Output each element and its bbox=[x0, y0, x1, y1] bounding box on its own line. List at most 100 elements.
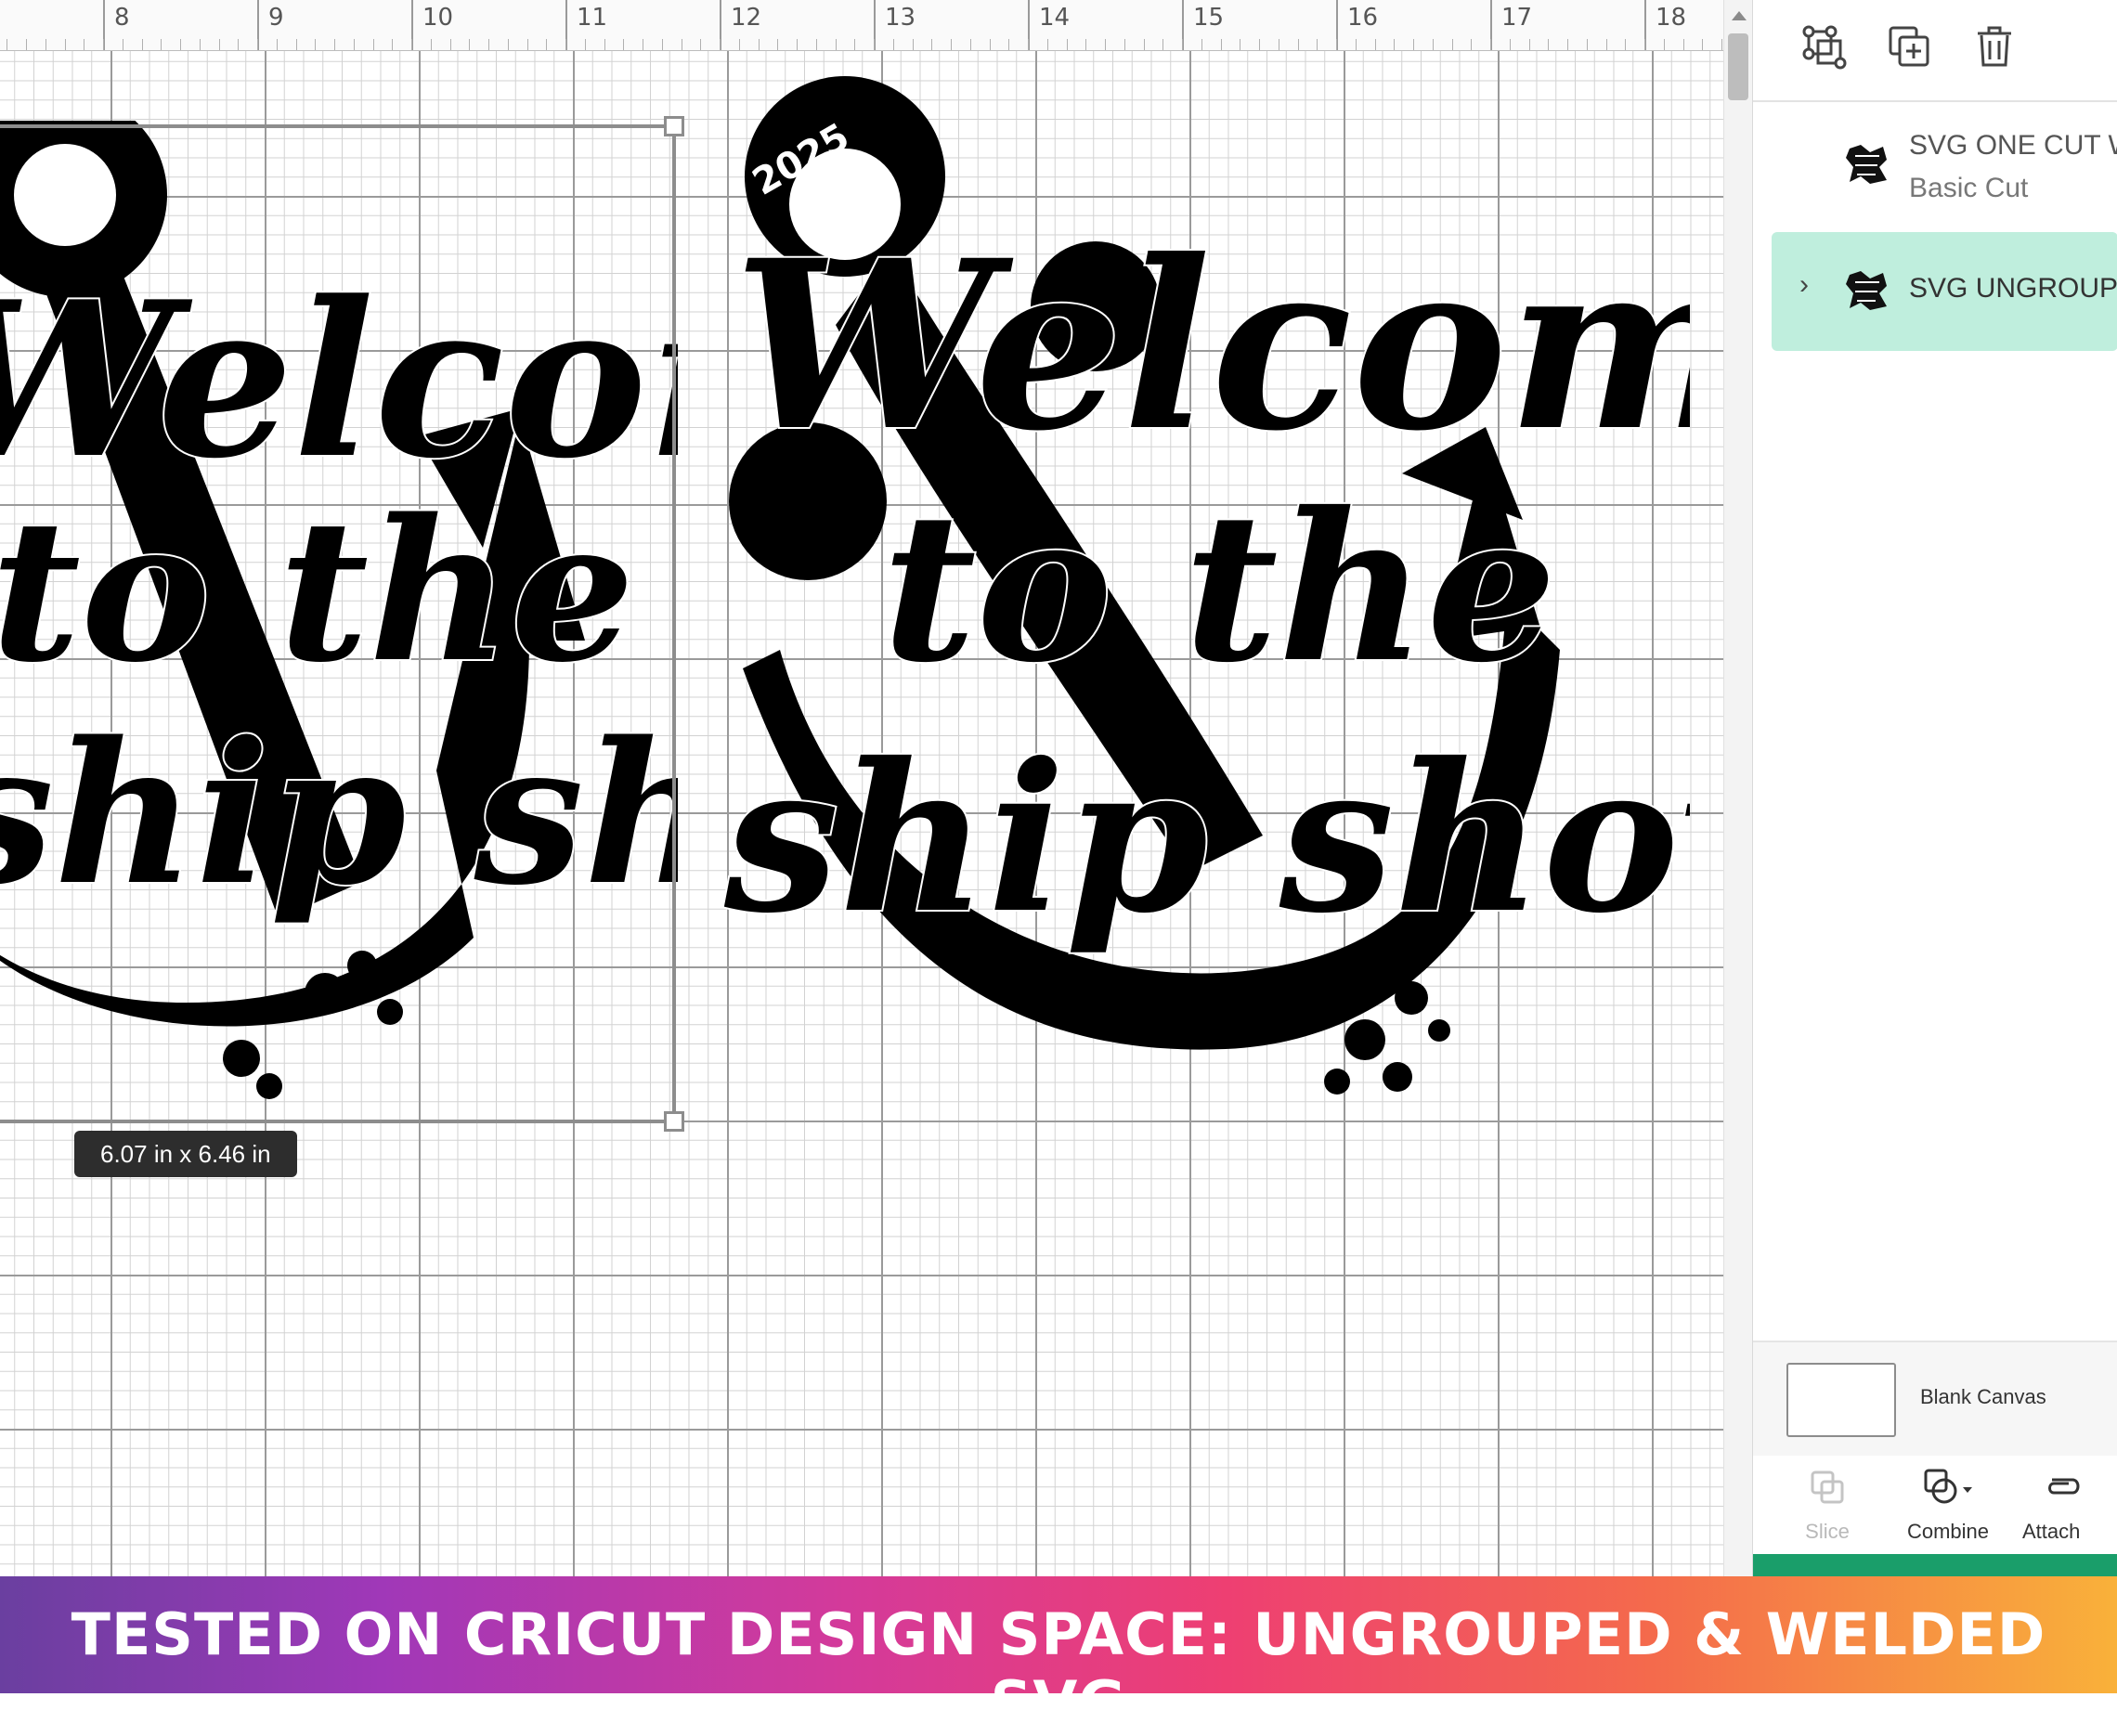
blank-canvas-label: Blank Canvas bbox=[1920, 1385, 2046, 1408]
slice-button[interactable]: Slice bbox=[1772, 1467, 1883, 1544]
layer-item-svg-one-cut[interactable]: SVG ONE CUT W Basic Cut bbox=[1753, 111, 2117, 232]
design-text-shipshow-right: ship show bbox=[723, 718, 1690, 958]
ruler-number: 10 bbox=[422, 4, 454, 32]
ruler-minor-tick bbox=[1259, 39, 1260, 50]
slice-icon bbox=[1811, 1470, 1844, 1504]
ruler-minor-tick bbox=[835, 39, 837, 50]
ruler-minor-tick bbox=[1317, 39, 1318, 50]
group-icon[interactable] bbox=[1799, 22, 1848, 71]
blank-canvas-row[interactable]: Blank Canvas bbox=[1753, 1341, 2117, 1457]
ruler-minor-tick bbox=[969, 39, 971, 50]
ruler-minor-tick bbox=[1663, 39, 1665, 50]
ruler-minor-tick bbox=[141, 39, 143, 50]
design-canvas[interactable]: Welcome to the ship show 6.07 in x 6.46 … bbox=[0, 0, 1723, 1576]
ruler-minor-tick bbox=[584, 39, 586, 50]
ruler-minor-tick bbox=[1162, 39, 1164, 50]
promo-banner: TESTED ON CRICUT DESIGN SPACE: UNGROUPED… bbox=[0, 1576, 2117, 1736]
ruler-minor-tick bbox=[1413, 39, 1414, 50]
ruler-minor-tick bbox=[1528, 39, 1530, 50]
ruler-minor-tick bbox=[1008, 39, 1010, 50]
ruler-minor-tick bbox=[45, 39, 46, 50]
canvas-color-swatch[interactable] bbox=[1786, 1363, 1896, 1437]
ruler-number: 9 bbox=[268, 4, 284, 32]
ruler-minor-tick bbox=[334, 39, 335, 50]
layer-item-svg-ungroup[interactable]: › SVG UNGROUP bbox=[1772, 232, 2117, 351]
ruler-minor-tick bbox=[1682, 39, 1684, 50]
ruler-minor-tick bbox=[1046, 39, 1048, 50]
resize-handle-bottom-right[interactable] bbox=[664, 1111, 684, 1132]
slice-label: Slice bbox=[1805, 1520, 1850, 1543]
ruler-minor-tick bbox=[854, 39, 856, 50]
ruler-minor-tick bbox=[276, 39, 278, 50]
ruler-minor-tick bbox=[1548, 39, 1550, 50]
ruler-minor-tick bbox=[6, 39, 8, 50]
ruler-minor-tick bbox=[623, 39, 625, 50]
ruler-minor-tick bbox=[1644, 39, 1645, 50]
layer-actions-bar: Slice Combine Attach bbox=[1753, 1456, 2117, 1554]
ruler-minor-tick bbox=[372, 39, 374, 50]
scroll-up-arrow-icon[interactable] bbox=[1732, 11, 1747, 20]
ruler-minor-tick bbox=[1702, 39, 1704, 50]
ruler-minor-tick bbox=[507, 39, 509, 50]
delete-icon[interactable] bbox=[1970, 22, 2019, 71]
ruler-minor-tick bbox=[161, 39, 162, 50]
ruler-minor-tick bbox=[315, 39, 317, 50]
selection-bounding-box[interactable] bbox=[0, 116, 684, 1132]
ruler-minor-tick bbox=[257, 39, 258, 50]
attach-label: Attach bbox=[2022, 1520, 2081, 1543]
ruler-number: 15 bbox=[1193, 4, 1225, 32]
combine-button[interactable]: Combine bbox=[1892, 1467, 2004, 1544]
layer-operation-label: Basic Cut bbox=[1909, 173, 2029, 203]
duplicate-icon[interactable] bbox=[1885, 22, 1933, 71]
ruler-minor-tick bbox=[1625, 39, 1627, 50]
combine-label: Combine bbox=[1906, 1520, 1990, 1543]
ruler-minor-tick bbox=[912, 39, 914, 50]
ruler-minor-tick bbox=[199, 39, 201, 50]
size-tooltip: 6.07 in x 6.46 in bbox=[74, 1131, 297, 1177]
ruler-minor-tick bbox=[218, 39, 220, 50]
ruler-minor-tick bbox=[700, 39, 702, 50]
horizontal-ruler: 8 9 10 11 12 13 14 15 16 17 18 bbox=[0, 0, 1723, 51]
attach-button[interactable]: Attach bbox=[2022, 1467, 2115, 1544]
ruler-number: 14 bbox=[1039, 4, 1071, 32]
layer-thumbnail-icon bbox=[1846, 271, 1887, 310]
ruler-minor-tick bbox=[430, 39, 432, 50]
ruler-minor-tick bbox=[874, 39, 875, 50]
ruler-minor-tick bbox=[1297, 39, 1299, 50]
ruler-minor-tick bbox=[1220, 39, 1222, 50]
layers-panel: SVG ONE CUT W Basic Cut › SVG UNGROUP Bl… bbox=[1752, 0, 2117, 1576]
ruler-minor-tick bbox=[1586, 39, 1588, 50]
ruler-minor-tick bbox=[449, 39, 451, 50]
ruler-minor-tick bbox=[64, 39, 66, 50]
design-image-right[interactable]: 2025 Welcome to the ship show bbox=[706, 74, 1690, 1142]
ruler-minor-tick bbox=[720, 39, 721, 50]
ruler-minor-tick bbox=[565, 39, 566, 50]
ruler-minor-tick bbox=[469, 39, 471, 50]
design-text-tothe-right: to the bbox=[882, 467, 1557, 707]
ruler-minor-tick bbox=[180, 39, 181, 50]
ruler-minor-tick bbox=[1028, 39, 1029, 50]
ruler-minor-tick bbox=[353, 39, 355, 50]
ruler-number: 17 bbox=[1501, 4, 1533, 32]
ruler-minor-tick bbox=[26, 39, 27, 50]
ruler-minor-tick bbox=[1721, 39, 1722, 50]
ruler-minor-tick bbox=[931, 39, 933, 50]
ruler-minor-tick bbox=[238, 39, 240, 50]
ruler-number: 13 bbox=[885, 4, 916, 32]
ruler-minor-tick bbox=[951, 39, 952, 50]
ruler-minor-tick bbox=[1605, 39, 1607, 50]
make-it-bar[interactable] bbox=[1753, 1554, 2117, 1576]
canvas-scrollbar[interactable] bbox=[1723, 0, 1752, 1576]
ruler-minor-tick bbox=[1355, 39, 1357, 50]
ruler-minor-tick bbox=[1471, 39, 1473, 50]
ruler-number: 8 bbox=[114, 4, 130, 32]
layer-title: SVG UNGROUP bbox=[1909, 273, 2117, 304]
layer-thumbnail-icon bbox=[1846, 145, 1887, 184]
chevron-right-icon[interactable]: › bbox=[1799, 269, 1809, 301]
ruler-minor-tick bbox=[1490, 39, 1491, 50]
ruler-minor-tick bbox=[1509, 39, 1511, 50]
resize-handle-top-right[interactable] bbox=[664, 116, 684, 136]
ruler-minor-tick bbox=[1432, 39, 1434, 50]
scrollbar-thumb[interactable] bbox=[1728, 33, 1748, 100]
ruler-minor-tick bbox=[488, 39, 489, 50]
